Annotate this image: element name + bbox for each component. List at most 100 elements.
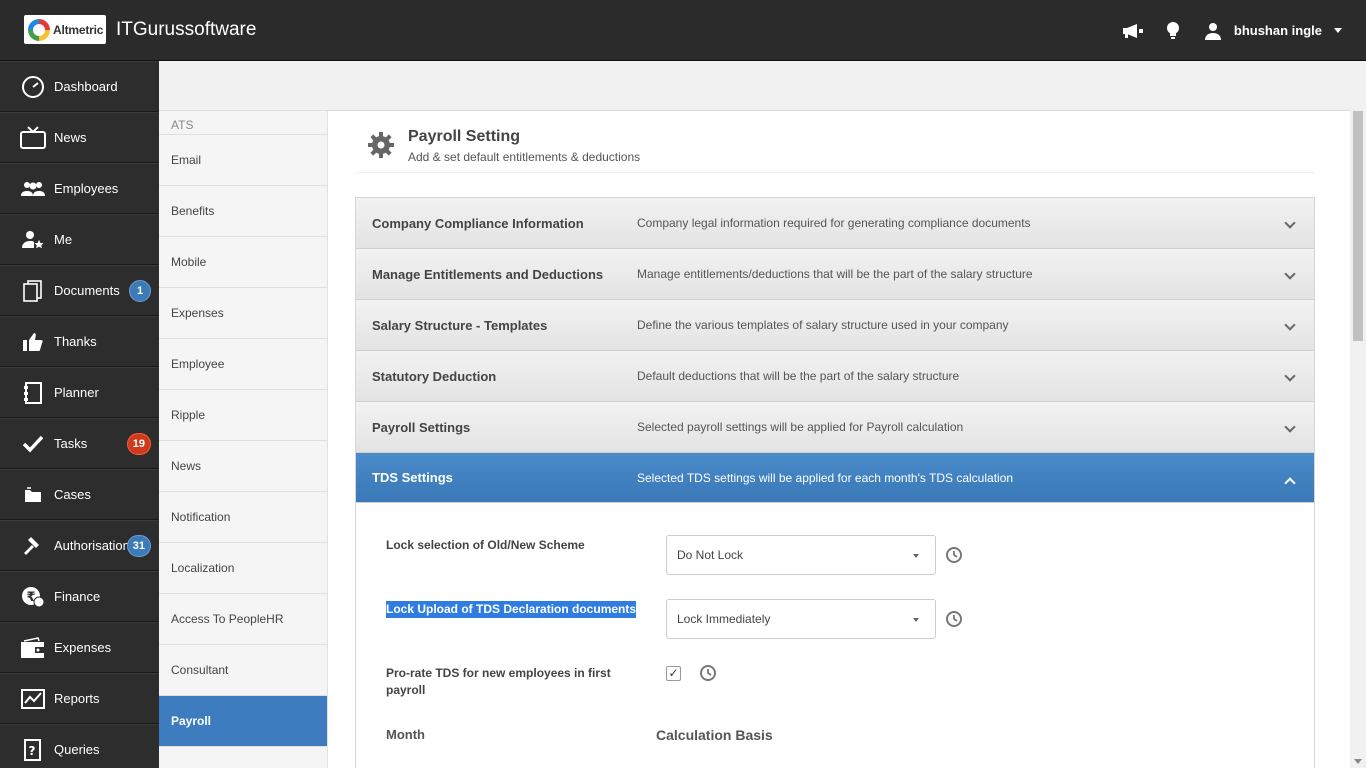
settings-item-email[interactable]: Email	[159, 135, 327, 186]
lock-upload-label: Lock Upload of TDS Declaration documents	[386, 601, 637, 618]
prorate-tds-checkbox[interactable]: ✓	[666, 666, 681, 681]
settings-item-employee[interactable]: Employee	[159, 339, 327, 390]
accordion-title: Statutory Deduction	[372, 368, 497, 384]
sidebar-item-label: Dashboard	[54, 79, 118, 94]
prorate-label-line1: Pro-rate TDS for new employees in first	[386, 666, 611, 680]
clock-icon[interactable]	[699, 664, 717, 682]
documents-count-badge: 1	[129, 280, 151, 302]
settings-item-label: Benefits	[171, 204, 215, 218]
accordion-description: Selected TDS settings will be applied fo…	[637, 470, 1014, 485]
lock-upload-select[interactable]: Lock Immediately	[666, 599, 936, 639]
payroll-accordion: Company Compliance Information Company l…	[355, 197, 1315, 768]
accordion-description: Manage entitlements/deductions that will…	[637, 267, 1033, 281]
settings-item-expenses[interactable]: Expenses	[159, 288, 327, 339]
content-header-strip	[159, 61, 1366, 111]
tds-settings-panel: Lock selection of Old/New Scheme Do Not …	[356, 503, 1314, 768]
svg-text:?: ?	[29, 744, 36, 758]
settings-item-news[interactable]: News	[159, 441, 327, 492]
accordion-title: Salary Structure - Templates	[372, 317, 548, 333]
accordion-salary-templates[interactable]: Salary Structure - Templates Define the …	[356, 300, 1314, 351]
sidebar-item-thanks[interactable]: Thanks	[0, 316, 159, 367]
sidebar-item-queries[interactable]: ? Queries	[0, 724, 159, 768]
clock-icon[interactable]	[945, 546, 963, 564]
settings-item-label: Localization	[171, 561, 235, 575]
thumbs-up-icon	[20, 329, 46, 355]
accordion-entitlements-deductions[interactable]: Manage Entitlements and Deductions Manag…	[356, 249, 1314, 300]
settings-item-consultant[interactable]: Consultant	[159, 645, 327, 696]
sidebar-item-reports[interactable]: Reports	[0, 673, 159, 724]
accordion-statutory-deduction[interactable]: Statutory Deduction Default deductions t…	[356, 351, 1314, 402]
chevron-down-icon	[1284, 268, 1296, 280]
settings-item-ats[interactable]: ATS	[159, 111, 327, 135]
settings-item-label: Consultant	[171, 663, 229, 677]
settings-item-label: Employee	[171, 357, 225, 371]
sidebar-item-expenses[interactable]: Expenses	[0, 622, 159, 673]
altmetric-logo[interactable]: Altmetric	[24, 15, 106, 44]
lightbulb-icon[interactable]	[1162, 20, 1184, 42]
logo-text: Altmetric	[53, 22, 104, 37]
sidebar-item-me[interactable]: Me	[0, 214, 159, 265]
sidebar-item-label: Cases	[54, 487, 91, 502]
user-icon[interactable]	[1202, 20, 1224, 42]
rupee-icon: ₹	[20, 584, 46, 610]
sidebar-item-label: Planner	[54, 385, 99, 400]
folder-icon	[20, 482, 46, 508]
settings-item-payroll[interactable]: Payroll	[159, 696, 327, 747]
sidebar-item-documents[interactable]: Documents 1	[0, 265, 159, 316]
sidebar-item-label: Documents	[54, 283, 120, 298]
settings-item-label: News	[171, 459, 202, 473]
lock-scheme-select[interactable]: Do Not Lock	[666, 535, 936, 575]
sidebar-item-dashboard[interactable]: Dashboard	[0, 61, 159, 112]
chevron-down-icon	[1284, 319, 1296, 331]
sidebar-item-label: News	[54, 130, 87, 145]
dashboard-icon	[20, 74, 46, 100]
sidebar-item-planner[interactable]: Planner	[0, 367, 159, 418]
chevron-down-icon	[913, 554, 919, 558]
sidebar-item-employees[interactable]: Employees	[0, 163, 159, 214]
page-header: Payroll Setting Add & set default entitl…	[355, 125, 1315, 173]
accordion-description: Selected payroll settings will be applie…	[637, 420, 964, 434]
chart-icon	[20, 686, 46, 712]
accordion-payroll-settings[interactable]: Payroll Settings Selected payroll settin…	[356, 402, 1314, 453]
sidebar-item-label: Me	[54, 232, 73, 247]
tv-icon	[20, 125, 46, 151]
accordion-title: Payroll Settings	[372, 419, 471, 435]
scroll-down-arrow[interactable]	[1354, 759, 1362, 764]
sidebar-item-cases[interactable]: Cases	[0, 469, 159, 520]
chevron-down-icon	[1284, 421, 1296, 433]
gear-icon	[368, 132, 394, 158]
accordion-description: Company legal information required for g…	[637, 216, 1031, 230]
sidebar-item-news[interactable]: News	[0, 112, 159, 163]
settings-item-ripple[interactable]: Ripple	[159, 390, 327, 441]
settings-item-benefits[interactable]: Benefits	[159, 186, 327, 237]
lock-scheme-label: Lock selection of Old/New Scheme	[386, 538, 585, 552]
user-name[interactable]: bhushan ingle	[1234, 23, 1322, 38]
sidebar-item-label: Employees	[54, 181, 119, 196]
scrollbar-thumb[interactable]	[1353, 111, 1363, 341]
settings-item-label: Ripple	[171, 408, 206, 422]
planner-icon	[20, 380, 46, 406]
accordion-company-compliance[interactable]: Company Compliance Information Company l…	[356, 198, 1314, 249]
settings-item-localization[interactable]: Localization	[159, 543, 327, 594]
question-icon: ?	[20, 737, 46, 763]
settings-item-label: Payroll	[171, 714, 212, 728]
settings-item-access-to-peoplehr[interactable]: Access To PeopleHR	[159, 594, 327, 645]
user-star-icon	[20, 227, 46, 253]
sidebar-item-label: Thanks	[54, 334, 97, 349]
accordion-title: Manage Entitlements and Deductions	[372, 266, 604, 282]
clock-icon[interactable]	[945, 610, 963, 628]
chevron-down-icon	[913, 618, 919, 622]
accordion-tds-settings[interactable]: TDS Settings Selected TDS settings will …	[356, 453, 1314, 503]
chevron-down-icon[interactable]	[1334, 28, 1342, 33]
documents-icon	[20, 278, 46, 304]
sidebar-item-finance[interactable]: ₹ Finance	[0, 571, 159, 622]
settings-item-label: Email	[171, 153, 202, 167]
top-right-controls: bhushan ingle	[1122, 0, 1366, 61]
megaphone-icon[interactable]	[1122, 20, 1144, 42]
sidebar-item-authorisations[interactable]: Authorisations 31	[0, 520, 159, 571]
sidebar-item-tasks[interactable]: Tasks 19	[0, 418, 159, 469]
settings-item-notification[interactable]: Notification	[159, 492, 327, 543]
page-scrollbar[interactable]	[1350, 111, 1366, 768]
accordion-description: Default deductions that will be the part…	[637, 369, 960, 383]
settings-item-mobile[interactable]: Mobile	[159, 237, 327, 288]
